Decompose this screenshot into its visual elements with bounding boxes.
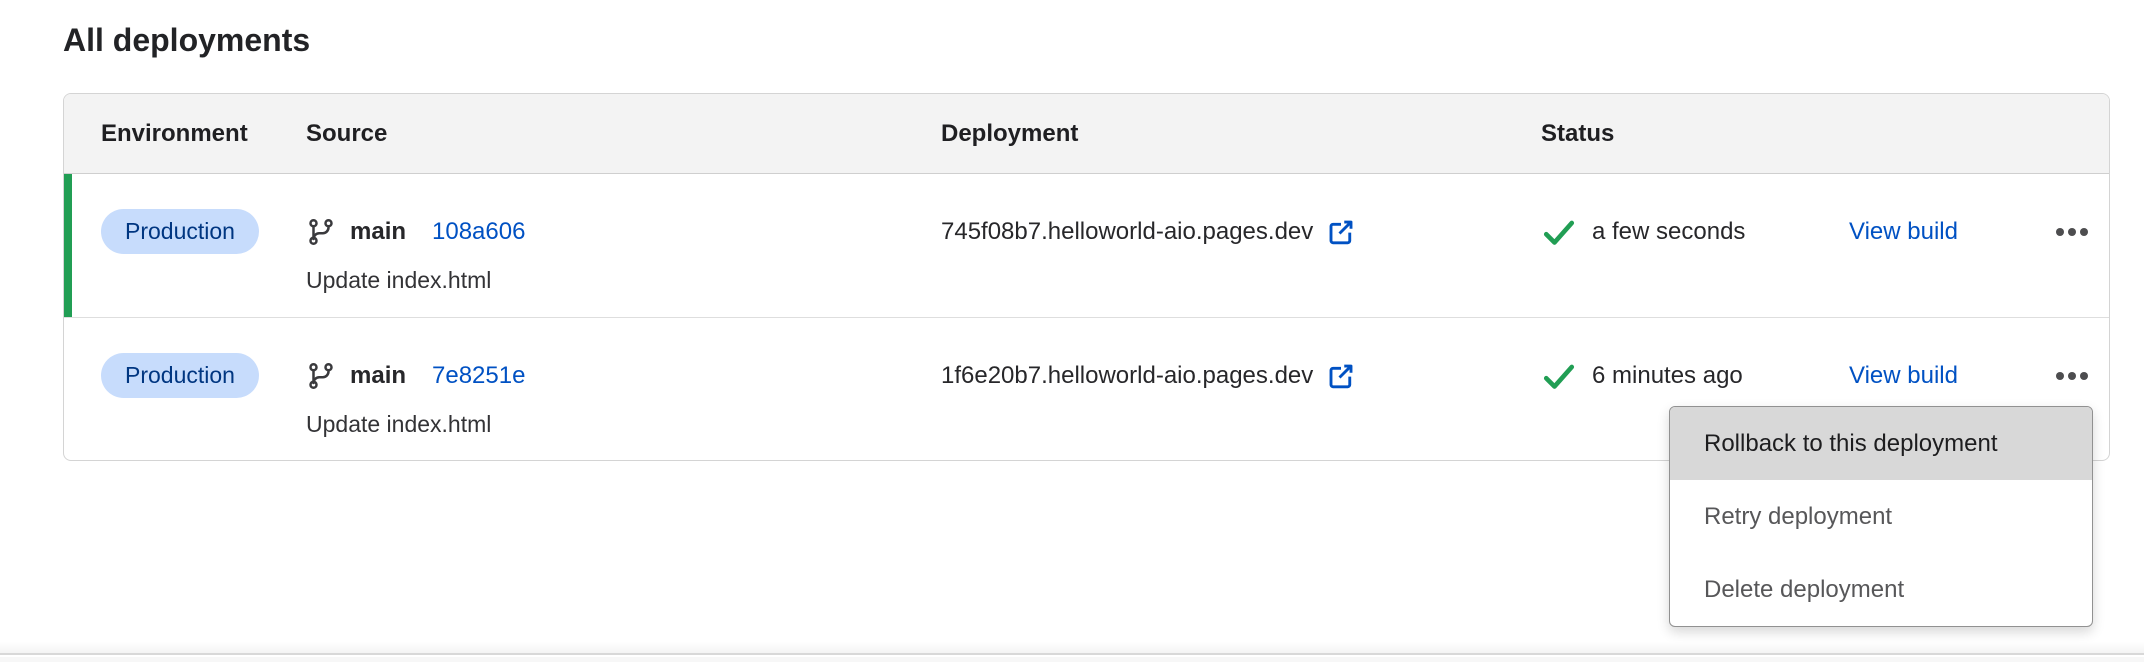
deployment-url: 745f08b7.helloworld-aio.pages.dev (941, 218, 1313, 246)
source-cell: main 108a606 Update index.html (306, 174, 941, 317)
commit-link[interactable]: 7e8251e (432, 362, 525, 390)
menu-item-rollback[interactable]: Rollback to this deployment (1670, 407, 2092, 480)
commit-message: Update index.html (306, 267, 941, 294)
commit-link[interactable]: 108a606 (432, 218, 525, 246)
page-bottom-strip (0, 657, 2144, 662)
commit-message: Update index.html (306, 411, 941, 438)
column-header-source: Source (306, 120, 941, 148)
branch-name: main (350, 218, 406, 246)
external-link-icon[interactable] (1326, 361, 1356, 391)
environment-badge: Production (101, 353, 259, 398)
deployment-context-menu: Rollback to this deployment Retry deploy… (1669, 406, 2093, 627)
view-build-link[interactable]: View build (1849, 362, 1958, 390)
environment-cell: Production (101, 174, 306, 317)
deployment-cell: 1f6e20b7.helloworld-aio.pages.dev (941, 318, 1541, 460)
git-branch-icon (306, 217, 336, 247)
source-cell: main 7e8251e Update index.html (306, 318, 941, 460)
menu-item-retry[interactable]: Retry deployment (1670, 480, 2092, 553)
environment-badge: Production (101, 209, 259, 254)
status-cell: a few seconds (1541, 174, 1849, 317)
table-header-row: Environment Source Deployment Status (64, 94, 2109, 174)
external-link-icon[interactable] (1326, 217, 1356, 247)
more-options-button[interactable] (2046, 209, 2098, 254)
view-build-link[interactable]: View build (1849, 218, 1958, 246)
status-time: 6 minutes ago (1592, 362, 1743, 390)
menu-item-delete[interactable]: Delete deployment (1670, 553, 2092, 626)
deployment-row: Production main 108a606 Update index.htm… (64, 174, 2109, 318)
page-title: All deployments (63, 22, 310, 59)
deployment-url: 1f6e20b7.helloworld-aio.pages.dev (941, 362, 1313, 390)
page-bottom-divider (0, 642, 2144, 655)
column-header-status: Status (1541, 120, 2109, 148)
git-branch-icon (306, 361, 336, 391)
actions-cell (2034, 174, 2109, 317)
environment-cell: Production (101, 318, 306, 460)
active-deployment-indicator (64, 174, 72, 317)
status-time: a few seconds (1592, 218, 1745, 246)
column-header-environment: Environment (101, 120, 306, 148)
branch-name: main (350, 362, 406, 390)
column-header-deployment: Deployment (941, 120, 1541, 148)
deployment-cell: 745f08b7.helloworld-aio.pages.dev (941, 174, 1541, 317)
view-build-cell: View build (1849, 174, 2034, 317)
success-check-icon (1541, 214, 1577, 250)
success-check-icon (1541, 358, 1577, 394)
more-options-button[interactable] (2046, 353, 2098, 398)
